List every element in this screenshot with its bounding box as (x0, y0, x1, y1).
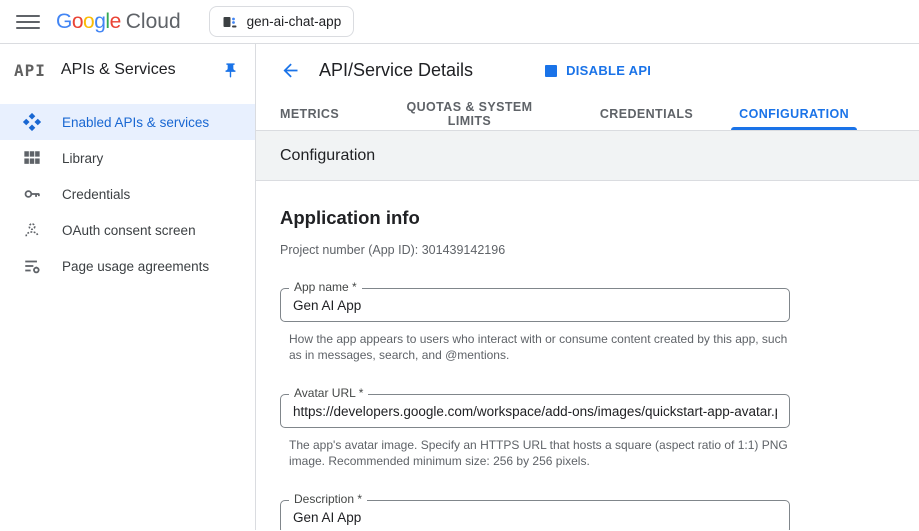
sidebar-item-label: Enabled APIs & services (62, 115, 209, 130)
sidebar-item-page-usage-agreements[interactable]: Page usage agreements (0, 248, 255, 284)
sidebar-item-label: Library (62, 151, 103, 166)
logo-letter: G (56, 10, 72, 34)
enabled-apis-icon (22, 112, 42, 132)
avatar-url-label: Avatar URL * (289, 386, 368, 400)
main-content: API/Service Details DISABLE API METRICS … (256, 44, 919, 530)
app-name-label: App name * (289, 280, 362, 294)
app-name-field: App name * (280, 288, 790, 322)
detail-header: API/Service Details DISABLE API (256, 44, 919, 97)
sidebar-title: APIs & Services (61, 61, 222, 79)
tab-metrics[interactable]: METRICS (280, 97, 339, 130)
pin-icon[interactable] (222, 62, 239, 79)
hamburger-menu-icon[interactable] (16, 10, 40, 34)
sidebar-item-label: Credentials (62, 187, 130, 202)
app-name-helper-text: How the app appears to users who interac… (289, 331, 794, 363)
sidebar-item-library[interactable]: Library (0, 140, 255, 176)
page-title: API/Service Details (319, 60, 473, 81)
sidebar-nav: Enabled APIs & services Library (0, 104, 255, 284)
tab-quotas-system-limits[interactable]: QUOTAS & SYSTEM LIMITS (385, 97, 554, 130)
sidebar-item-label: Page usage agreements (62, 259, 209, 274)
library-icon (22, 148, 42, 168)
project-icon (222, 14, 238, 30)
project-name: gen-ai-chat-app (247, 14, 342, 29)
topbar: G o o g l e Cloud gen-ai-chat-app (0, 0, 919, 44)
logo-letter: o (83, 10, 94, 34)
stop-square-icon (545, 65, 557, 77)
apis-services-logo: API (14, 61, 46, 80)
agreements-icon (22, 256, 42, 276)
sidebar: API APIs & Services Enabled APIs & (0, 44, 256, 530)
description-label: Description * (289, 492, 367, 506)
configuration-content: Application info Project number (App ID)… (256, 181, 919, 530)
google-cloud-logo[interactable]: G o o g l e Cloud (56, 10, 181, 34)
avatar-url-field: Avatar URL * (280, 394, 790, 428)
sidebar-item-credentials[interactable]: Credentials (0, 176, 255, 212)
project-number-text: Project number (App ID): 301439142196 (280, 243, 895, 257)
sidebar-item-oauth-consent[interactable]: OAuth consent screen (0, 212, 255, 248)
cloud-wordmark: Cloud (126, 10, 181, 34)
tab-bar: METRICS QUOTAS & SYSTEM LIMITS CREDENTIA… (256, 97, 919, 131)
disable-api-button[interactable]: DISABLE API (545, 63, 651, 78)
tab-credentials[interactable]: CREDENTIALS (600, 97, 693, 130)
logo-letter: o (72, 10, 83, 34)
consent-screen-icon (22, 220, 42, 240)
logo-letter: g (94, 10, 105, 34)
description-field: Description * (280, 500, 790, 530)
project-selector[interactable]: gen-ai-chat-app (209, 6, 355, 37)
sidebar-item-label: OAuth consent screen (62, 223, 196, 238)
avatar-url-helper-text: The app's avatar image. Specify an HTTPS… (289, 437, 794, 469)
application-info-heading: Application info (280, 207, 895, 229)
logo-letter: e (110, 10, 121, 34)
configuration-band-title: Configuration (256, 131, 919, 181)
tab-configuration[interactable]: CONFIGURATION (739, 97, 849, 130)
sidebar-header: API APIs & Services (0, 44, 255, 96)
key-icon (22, 184, 42, 204)
back-arrow-icon[interactable] (280, 60, 301, 81)
disable-api-label: DISABLE API (566, 63, 651, 78)
sidebar-item-enabled-apis[interactable]: Enabled APIs & services (0, 104, 255, 140)
